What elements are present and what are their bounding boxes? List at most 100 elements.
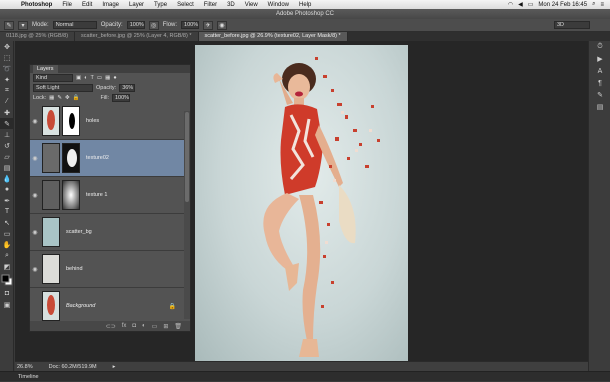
foreground-background-icon[interactable] [0, 272, 14, 288]
menu-app-photoshop[interactable]: Photoshop [16, 2, 57, 8]
layer-row[interactable]: ◉ texture 1 [30, 177, 190, 214]
tab-scatter-before-texture02[interactable]: scatter_before.jpg @ 26.9% (texture02, L… [198, 32, 348, 41]
menubar-clock[interactable]: Mon 24 Feb 16:45 [538, 2, 587, 8]
document-canvas-image[interactable] [195, 45, 408, 362]
layer-name[interactable]: behind [66, 266, 83, 272]
pen-tool-icon[interactable]: ✒ [0, 195, 14, 206]
brush-preset-icon[interactable]: ✎ [4, 20, 14, 30]
spotlight-icon[interactable]: ⌕ [592, 1, 595, 8]
layer-mask-thumbnail[interactable] [62, 106, 80, 136]
menu-help[interactable]: Help [294, 2, 316, 8]
layers-scrollbar[interactable] [184, 111, 190, 319]
healing-brush-tool-icon[interactable]: ✚ [0, 107, 14, 118]
layer-name[interactable]: Background [66, 303, 95, 309]
layer-row[interactable]: ◉ behind [30, 251, 190, 288]
layer-row-selected[interactable]: ◉ texture02 [30, 140, 190, 177]
menu-edit[interactable]: Edit [77, 2, 97, 8]
visibility-eye-icon[interactable]: ◉ [30, 118, 40, 125]
layer-name[interactable]: holes [86, 118, 99, 124]
layer-style-icon[interactable]: fx [122, 323, 127, 329]
type-tool-icon[interactable]: T [0, 206, 14, 217]
brush-panel-toggle-icon[interactable]: ▾ [18, 20, 28, 30]
adjustment-layer-icon[interactable]: ◐ [142, 323, 146, 329]
lasso-tool-icon[interactable]: ➰ [0, 63, 14, 74]
blur-tool-icon[interactable]: 💧 [0, 173, 14, 184]
lock-transparent-icon[interactable]: ▦ [49, 95, 54, 101]
menu-layer[interactable]: Layer [124, 2, 149, 8]
menu-filter[interactable]: Filter [199, 2, 222, 8]
volume-icon[interactable]: ◀ [518, 1, 523, 8]
pressure-size-icon[interactable]: ◉ [217, 20, 228, 30]
filter-adjustment-icon[interactable]: ◐ [84, 75, 87, 81]
crop-tool-icon[interactable]: ⌗ [0, 85, 14, 96]
airbrush-icon[interactable]: ✈ [203, 20, 214, 30]
lock-position-icon[interactable]: ✥ [65, 95, 70, 101]
status-menu-icon[interactable]: ▸ [113, 364, 116, 370]
timeline-panel-tab[interactable]: Timeline [0, 371, 610, 381]
paragraph-panel-icon[interactable]: ¶ [589, 77, 610, 89]
layer-opacity-field[interactable]: 36% [119, 84, 136, 92]
path-select-tool-icon[interactable]: ↖ [0, 217, 14, 228]
menu-3d[interactable]: 3D [222, 2, 240, 8]
brush-presets-panel-icon[interactable]: ✎ [589, 89, 610, 101]
marquee-tool-icon[interactable]: ⬚ [0, 52, 14, 63]
mode-select[interactable]: Normal [52, 21, 97, 29]
hand-tool-icon[interactable]: ✋ [0, 239, 14, 250]
filter-kind-select[interactable]: Kind [33, 74, 73, 82]
actions-panel-icon[interactable]: ▶ [589, 53, 610, 65]
filter-type-icon[interactable]: T [91, 75, 94, 81]
layer-row[interactable]: ◉ scatter_bg [30, 214, 190, 251]
opacity-field[interactable]: 100% [126, 21, 145, 29]
filter-shape-icon[interactable]: ▭ [97, 75, 102, 81]
menu-view[interactable]: View [240, 2, 263, 8]
screen-mode-icon[interactable]: ▣ [0, 299, 14, 310]
brush-tool-icon[interactable]: ✎ [0, 118, 14, 129]
delete-layer-icon[interactable]: 🗑 [174, 323, 182, 330]
character-panel-icon[interactable]: A [589, 65, 610, 77]
menu-select[interactable]: Select [172, 2, 199, 8]
layer-name[interactable]: texture02 [86, 155, 109, 161]
default-colors-icon[interactable]: ◩ [0, 261, 14, 272]
battery-icon[interactable]: ▭ [528, 1, 534, 8]
timeline-label[interactable]: Timeline [18, 374, 39, 380]
new-layer-icon[interactable]: ⊞ [163, 323, 168, 330]
move-tool-icon[interactable]: ✥ [0, 41, 14, 52]
link-layers-icon[interactable]: ⊂⊃ [106, 323, 116, 330]
tab-scatter-before-layer4[interactable]: scatter_before.jpg @ 25% (Layer 4, RGB/8… [75, 32, 199, 41]
add-mask-icon[interactable]: ◘ [132, 323, 136, 329]
layer-row[interactable]: ◉ holes [30, 103, 190, 140]
filter-toggle-icon[interactable]: ● [113, 75, 116, 81]
fill-field[interactable]: 100% [112, 94, 130, 102]
flow-field[interactable]: 100% [181, 21, 200, 29]
layer-name[interactable]: texture 1 [86, 192, 107, 198]
layer-name[interactable]: scatter_bg [66, 229, 92, 235]
menu-file[interactable]: File [57, 2, 77, 8]
visibility-eye-icon[interactable]: ◉ [30, 266, 40, 273]
menu-image[interactable]: Image [97, 2, 124, 8]
gradient-tool-icon[interactable]: ▤ [0, 162, 14, 173]
zoom-level[interactable]: 26.8% [17, 364, 33, 370]
dodge-tool-icon[interactable]: ● [0, 184, 14, 195]
blend-mode-select[interactable]: Soft Light [33, 84, 93, 92]
quick-select-tool-icon[interactable]: ✦ [0, 74, 14, 85]
layer-mask-thumbnail[interactable] [62, 143, 80, 173]
notification-icon[interactable]: ≡ [600, 2, 604, 8]
visibility-eye-icon[interactable]: ◉ [30, 192, 40, 199]
filter-pixel-icon[interactable]: ▣ [76, 75, 81, 81]
quick-mask-icon[interactable]: ◘ [0, 288, 14, 299]
menu-type[interactable]: Type [149, 2, 172, 8]
layer-mask-thumbnail[interactable] [62, 180, 80, 210]
filter-smart-object-icon[interactable]: ▦ [105, 75, 110, 81]
history-panel-icon[interactable]: ⏱ [589, 41, 610, 53]
lock-all-icon[interactable]: 🔒 [73, 95, 80, 101]
eraser-tool-icon[interactable]: ▱ [0, 151, 14, 162]
properties-panel-icon[interactable]: ▤ [589, 101, 610, 113]
layers-panel-title[interactable]: Layers [33, 65, 58, 73]
history-brush-tool-icon[interactable]: ↺ [0, 140, 14, 151]
wifi-icon[interactable]: ◠ [508, 1, 513, 8]
lock-image-icon[interactable]: ✎ [57, 95, 62, 101]
clone-stamp-tool-icon[interactable]: ⊥ [0, 129, 14, 140]
doc-size[interactable]: Doc: 60.2M/519.9M [49, 364, 97, 370]
visibility-eye-icon[interactable]: ◉ [30, 229, 40, 236]
pressure-opacity-icon[interactable]: ◎ [148, 20, 159, 30]
